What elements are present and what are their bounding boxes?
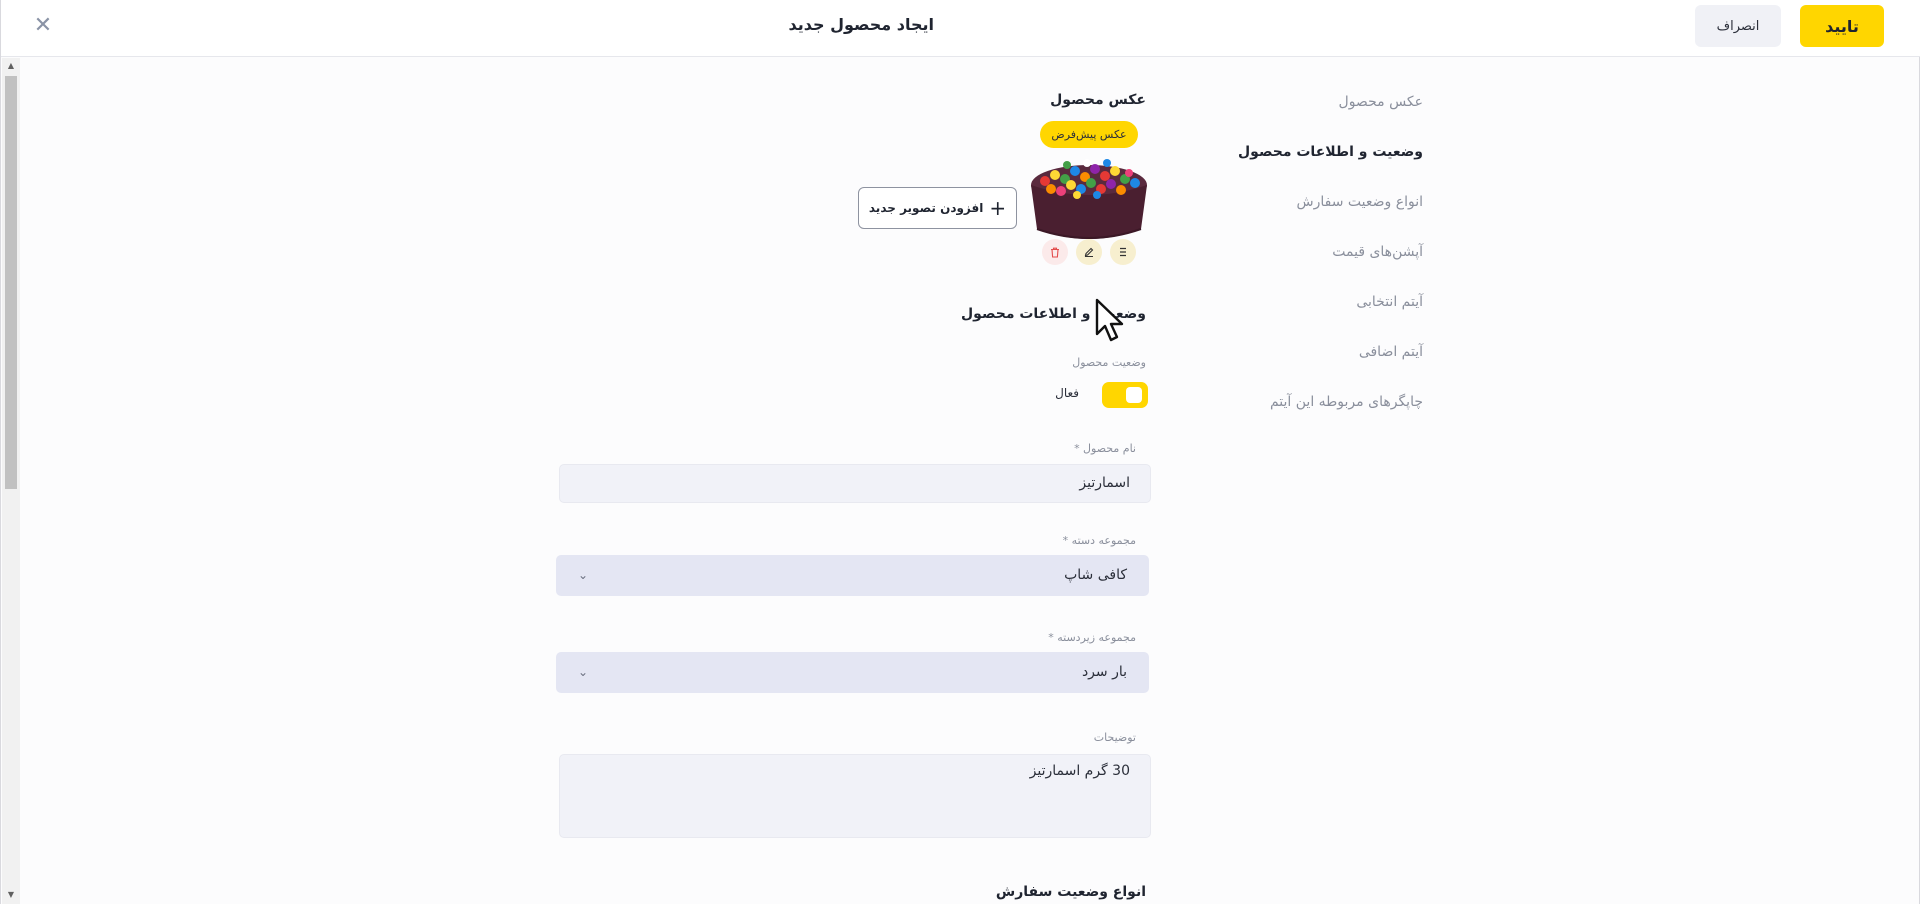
nav-item-printers[interactable]: چاپگرهای مربوطه این آیتم <box>1221 390 1423 440</box>
chevron-down-icon: ⌄ <box>578 665 589 679</box>
category-select-value: کافی شاپ <box>1064 567 1127 583</box>
scrollbar[interactable]: ▲ ▼ <box>2 58 20 904</box>
edit-icon[interactable] <box>1076 239 1102 265</box>
scroll-up-arrow-icon[interactable]: ▲ <box>2 61 20 71</box>
confirm-button[interactable]: تایید <box>1800 5 1884 47</box>
status-toggle-label: فعال <box>1055 386 1079 400</box>
section-nav: عکس محصول وضعیت و اطلاعات محصول انواع وض… <box>1221 90 1423 440</box>
drag-icon[interactable] <box>1110 239 1136 265</box>
cancel-button[interactable]: انصراف <box>1695 5 1781 47</box>
trash-icon[interactable] <box>1042 239 1068 265</box>
description-textarea[interactable]: 30 گرم اسمارتیز <box>559 754 1151 838</box>
subcategory-select-value: بار سرد <box>1081 664 1127 680</box>
add-image-button[interactable]: + افزودن تصویر جدید <box>858 187 1017 229</box>
nav-item-selectable-item[interactable]: آیتم انتخابی <box>1221 290 1423 340</box>
nav-item-extra-item[interactable]: آیتم اضافی <box>1221 340 1423 390</box>
section-title-order-status-types: انواع وضعیت سفارش <box>995 884 1146 900</box>
category-label: مجموعه دسته * <box>1062 534 1136 547</box>
scroll-down-arrow-icon[interactable]: ▼ <box>2 890 20 900</box>
section-title-product-image: عکس محصول <box>1050 92 1146 108</box>
app-frame: ✕ ایجاد محصول جدید انصراف تایید ▲ ▼ عکس … <box>0 0 1920 904</box>
mouse-cursor-icon <box>1095 298 1124 342</box>
add-image-button-label: افزودن تصویر جدید <box>868 201 984 215</box>
plus-icon: + <box>989 196 1007 220</box>
subcategory-label: مجموعه زیردسته * <box>1048 631 1136 644</box>
nav-item-product-image[interactable]: عکس محصول <box>1221 90 1423 140</box>
status-label: وضعیت محصول <box>1072 356 1146 369</box>
product-name-label: نام محصول * <box>1074 442 1136 455</box>
category-select[interactable]: کافی شاپ ⌄ <box>556 555 1149 596</box>
status-toggle[interactable] <box>1102 382 1148 408</box>
chevron-down-icon: ⌄ <box>578 568 589 582</box>
default-image-badge: عکس پیش‌فرض <box>1040 121 1138 148</box>
toggle-knob <box>1126 387 1142 403</box>
image-actions <box>1042 239 1150 265</box>
page-title: ایجاد محصول جدید <box>788 15 934 34</box>
subcategory-select[interactable]: بار سرد ⌄ <box>556 652 1149 693</box>
nav-item-status-info[interactable]: وضعیت و اطلاعات محصول <box>1221 140 1423 190</box>
nav-item-price-options[interactable]: آپشن‌های قیمت <box>1221 240 1423 290</box>
description-label: توضیحات <box>1093 731 1136 744</box>
nav-item-order-status-types[interactable]: انواع وضعیت سفارش <box>1221 190 1423 240</box>
product-name-input[interactable]: اسمارتیز <box>559 464 1151 503</box>
scrollbar-thumb[interactable] <box>5 76 17 489</box>
close-icon[interactable]: ✕ <box>31 14 55 38</box>
header-bar: ✕ ایجاد محصول جدید انصراف تایید <box>1 0 1920 57</box>
product-image[interactable] <box>1029 149 1149 245</box>
